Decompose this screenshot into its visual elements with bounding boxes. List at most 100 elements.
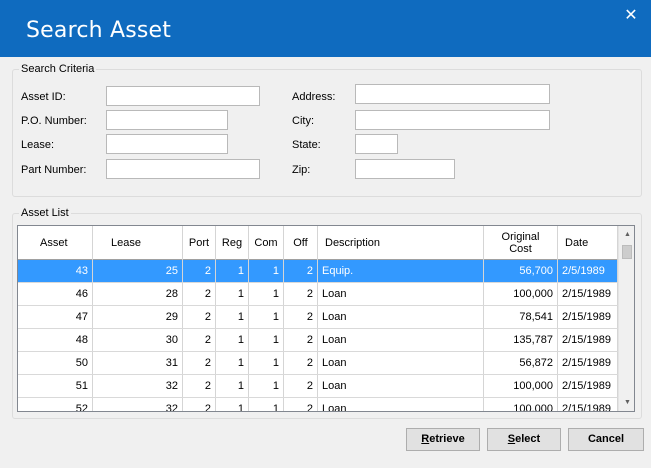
cell-description: Loan <box>318 375 484 397</box>
cell-reg: 1 <box>216 352 249 374</box>
asset-id-input[interactable] <box>106 86 260 106</box>
cell-asset: 52 <box>18 398 93 411</box>
cell-off: 2 <box>284 398 318 411</box>
cell-port: 2 <box>183 398 216 411</box>
scroll-thumb[interactable] <box>622 245 632 259</box>
col-header-asset[interactable]: Asset <box>18 226 93 260</box>
table-row[interactable]: 43 25 2 1 1 2 Equip. 56,700 2/5/1989 <box>18 260 618 283</box>
cell-original-cost: 100,000 <box>484 283 558 305</box>
col-header-description[interactable]: Description <box>318 226 484 260</box>
state-label: State: <box>292 139 321 151</box>
table-row[interactable]: 50 31 2 1 1 2 Loan 56,872 2/15/1989 <box>18 352 618 375</box>
cell-date: 2/15/1989 <box>558 283 618 305</box>
col-header-lease[interactable]: Lease <box>93 226 183 260</box>
city-input[interactable] <box>355 110 550 130</box>
address-label: Address: <box>292 91 336 103</box>
cancel-button[interactable]: Cancel <box>568 428 644 451</box>
asset-list-legend: Asset List <box>19 207 71 219</box>
cell-date: 2/15/1989 <box>558 306 618 328</box>
scroll-down-icon[interactable]: ▼ <box>619 394 634 411</box>
cell-date: 2/15/1989 <box>558 352 618 374</box>
cell-reg: 1 <box>216 329 249 351</box>
cell-port: 2 <box>183 375 216 397</box>
col-header-reg[interactable]: Reg <box>216 226 249 260</box>
cell-description: Equip. <box>318 260 484 282</box>
cell-com: 1 <box>249 306 284 328</box>
zip-label: Zip: <box>292 164 311 176</box>
cell-port: 2 <box>183 352 216 374</box>
cell-description: Loan <box>318 398 484 411</box>
cell-com: 1 <box>249 329 284 351</box>
part-number-input[interactable] <box>106 159 260 179</box>
table-row[interactable]: 51 32 2 1 1 2 Loan 100,000 2/15/1989 <box>18 375 618 398</box>
cell-asset: 47 <box>18 306 93 328</box>
address-input[interactable] <box>355 84 550 104</box>
cell-description: Loan <box>318 283 484 305</box>
cell-off: 2 <box>284 352 318 374</box>
cell-off: 2 <box>284 283 318 305</box>
cell-lease: 30 <box>93 329 183 351</box>
cell-date: 2/15/1989 <box>558 329 618 351</box>
cell-asset: 43 <box>18 260 93 282</box>
cell-asset: 46 <box>18 283 93 305</box>
cell-original-cost: 100,000 <box>484 398 558 411</box>
cell-off: 2 <box>284 260 318 282</box>
lease-input[interactable] <box>106 134 228 154</box>
part-number-label: Part Number: <box>21 164 87 176</box>
cell-original-cost: 56,872 <box>484 352 558 374</box>
retrieve-button[interactable]: Retrieve <box>406 428 480 451</box>
cell-original-cost: 78,541 <box>484 306 558 328</box>
cell-original-cost: 56,700 <box>484 260 558 282</box>
select-button[interactable]: Select <box>487 428 561 451</box>
search-criteria-legend: Search Criteria <box>19 63 97 75</box>
col-header-original-cost[interactable]: Original Cost <box>484 226 558 260</box>
scroll-up-icon[interactable]: ▲ <box>619 226 634 243</box>
cell-off: 2 <box>284 329 318 351</box>
select-label-rest: elect <box>515 433 541 445</box>
cell-com: 1 <box>249 398 284 411</box>
state-input[interactable] <box>355 134 398 154</box>
col-header-off[interactable]: Off <box>284 226 318 260</box>
window-title: Search Asset <box>26 18 172 43</box>
table-row[interactable]: 47 29 2 1 1 2 Loan 78,541 2/15/1989 <box>18 306 618 329</box>
cell-description: Loan <box>318 329 484 351</box>
cell-port: 2 <box>183 306 216 328</box>
vertical-scrollbar[interactable]: ▲ ▼ <box>618 226 634 411</box>
close-icon[interactable]: ✕ <box>621 6 641 26</box>
cell-asset: 51 <box>18 375 93 397</box>
cell-com: 1 <box>249 283 284 305</box>
city-label: City: <box>292 115 314 127</box>
cell-asset: 48 <box>18 329 93 351</box>
grid-header: Asset Lease Port Reg Com Off Description… <box>18 226 618 260</box>
cell-reg: 1 <box>216 398 249 411</box>
cell-date: 2/15/1989 <box>558 398 618 411</box>
cell-reg: 1 <box>216 375 249 397</box>
cell-com: 1 <box>249 352 284 374</box>
cell-date: 2/15/1989 <box>558 375 618 397</box>
col-header-com[interactable]: Com <box>249 226 284 260</box>
table-row[interactable]: 52 32 2 1 1 2 Loan 100,000 2/15/1989 <box>18 398 618 411</box>
table-row[interactable]: 46 28 2 1 1 2 Loan 100,000 2/15/1989 <box>18 283 618 306</box>
cell-lease: 29 <box>93 306 183 328</box>
cell-port: 2 <box>183 283 216 305</box>
cell-reg: 1 <box>216 283 249 305</box>
cell-date: 2/5/1989 <box>558 260 618 282</box>
table-row[interactable]: 48 30 2 1 1 2 Loan 135,787 2/15/1989 <box>18 329 618 352</box>
asset-grid[interactable]: Asset Lease Port Reg Com Off Description… <box>17 225 635 412</box>
cell-reg: 1 <box>216 306 249 328</box>
asset-id-label: Asset ID: <box>21 91 66 103</box>
col-header-port[interactable]: Port <box>183 226 216 260</box>
cell-lease: 32 <box>93 398 183 411</box>
po-number-input[interactable] <box>106 110 228 130</box>
cell-lease: 31 <box>93 352 183 374</box>
title-bar: Search Asset ✕ <box>0 0 651 57</box>
cell-com: 1 <box>249 375 284 397</box>
cell-port: 2 <box>183 329 216 351</box>
col-header-date[interactable]: Date <box>558 226 618 260</box>
zip-input[interactable] <box>355 159 455 179</box>
cell-lease: 32 <box>93 375 183 397</box>
retrieve-label-rest: etrieve <box>429 433 465 445</box>
cell-original-cost: 100,000 <box>484 375 558 397</box>
po-number-label: P.O. Number: <box>21 115 87 127</box>
cell-lease: 28 <box>93 283 183 305</box>
